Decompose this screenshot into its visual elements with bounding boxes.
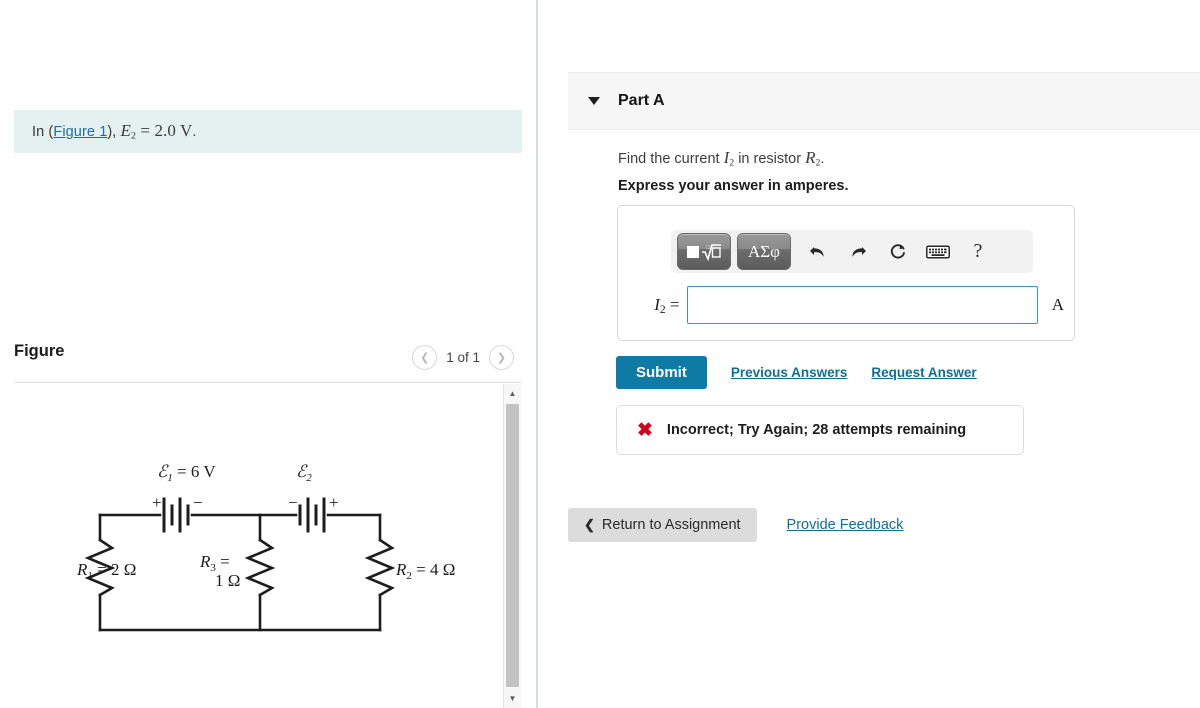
previous-answers-link[interactable]: Previous Answers xyxy=(731,365,848,380)
answer-input[interactable] xyxy=(687,286,1038,324)
figure-link[interactable]: Figure 1 xyxy=(53,124,107,140)
problem-suffix: . xyxy=(192,124,197,141)
answer-row: I2 = A xyxy=(634,286,1064,324)
answer-label: I2 = xyxy=(634,295,687,316)
emf2-symbol: E xyxy=(120,121,132,141)
problem-middle: ), xyxy=(107,124,121,141)
answer-label-equals: = xyxy=(665,294,680,314)
pager-next-button[interactable]: ❯ xyxy=(489,345,514,370)
math-template-button[interactable]: □ xyxy=(677,233,731,270)
redo-icon xyxy=(852,246,866,257)
reset-icon xyxy=(890,243,905,259)
keyboard-icon xyxy=(926,244,950,259)
r3-value-label: 1 Ω xyxy=(215,571,240,590)
request-answer-link[interactable]: Request Answer xyxy=(871,365,976,380)
help-button[interactable]: ? xyxy=(961,237,995,267)
sqrt-template-icon: □ xyxy=(686,242,722,262)
question-text: Find the current I2 in resistor R2. xyxy=(618,148,824,168)
figure-divider xyxy=(14,382,522,383)
x-mark-icon: ✖ xyxy=(637,419,653,441)
answer-instruction: Express your answer in amperes. xyxy=(618,178,849,194)
help-label: ? xyxy=(973,240,983,262)
question-text-c: . xyxy=(820,151,825,167)
page-root: In (Figure 1), E2 = 2.0 V. Figure ❮ 1 of… xyxy=(0,0,1200,708)
provide-feedback-link[interactable]: Provide Feedback xyxy=(787,517,904,533)
emf1-label: ℰ1 = 6 V xyxy=(157,462,216,484)
chevron-left-icon: ❮ xyxy=(420,352,430,364)
math-toolbar: □ ΑΣφ ? xyxy=(671,230,1033,273)
battery1-plus-sign: + xyxy=(152,493,162,512)
emf2-equation: = 2.0 V xyxy=(136,121,193,141)
undo-icon xyxy=(810,246,824,257)
chevron-right-icon: ❯ xyxy=(496,352,507,364)
figure-header: Figure ❮ 1 of 1 ❯ xyxy=(0,340,536,378)
feedback-text: Incorrect; Try Again; 28 attempts remain… xyxy=(666,422,967,438)
figure-pager: ❮ 1 of 1 ❯ xyxy=(412,345,514,370)
scroll-down-arrow[interactable]: ▼ xyxy=(504,690,521,707)
r1-label: R1 = 2 Ω xyxy=(76,560,136,582)
battery2-plus-sign: + xyxy=(329,493,339,512)
part-a-header[interactable]: Part A xyxy=(568,72,1200,130)
greek-symbols-label: ΑΣφ xyxy=(748,242,780,261)
reset-button[interactable] xyxy=(881,237,915,267)
circuit-svg: + − − + ℰ1 = 6 V ℰ2 R1 = 2 Ω R3 = 1 Ω R2… xyxy=(76,462,455,632)
problem-prefix: In ( xyxy=(32,124,54,141)
scrollbar-thumb[interactable] xyxy=(506,404,519,687)
question-text-b: in resistor xyxy=(734,151,806,167)
question-text-a: Find the current xyxy=(618,151,724,167)
chevron-left-icon: ❮ xyxy=(584,517,595,532)
radical-icon: □ xyxy=(701,243,721,261)
feedback-box: ✖ Incorrect; Try Again; 28 attempts rema… xyxy=(616,405,1024,455)
keyboard-button[interactable] xyxy=(921,237,955,267)
return-to-assignment-label: Return to Assignment xyxy=(601,517,741,533)
return-to-assignment-button[interactable]: ❮ Return to Assignment xyxy=(568,508,757,542)
battery1-minus-sign: − xyxy=(193,493,203,512)
caret-down-icon[interactable] xyxy=(588,97,600,105)
figure-scrollbar[interactable]: ▲ ▼ xyxy=(503,384,521,708)
battery2-minus-sign: − xyxy=(288,493,298,512)
pager-prev-button[interactable]: ❮ xyxy=(412,345,438,370)
pager-label: 1 of 1 xyxy=(446,350,480,365)
undo-button[interactable] xyxy=(801,237,835,267)
svg-text:□: □ xyxy=(706,245,710,251)
problem-statement-text: In (Figure 1), E2 = 2.0 V. xyxy=(32,121,197,141)
part-a-title: Part A xyxy=(618,92,665,109)
bottom-actions-row: ❮ Return to Assignment Provide Feedback xyxy=(568,508,903,542)
left-panel: In (Figure 1), E2 = 2.0 V. Figure ❮ 1 of… xyxy=(0,0,536,708)
resistor-symbol: R xyxy=(805,148,816,167)
problem-statement-box: In (Figure 1), E2 = 2.0 V. xyxy=(14,110,522,153)
emf2-label: ℰ2 xyxy=(296,462,312,484)
greek-symbols-button[interactable]: ΑΣφ xyxy=(737,233,791,270)
answer-entry-box: □ ΑΣφ ? I2 = A xyxy=(617,205,1075,341)
right-panel: Part A xyxy=(538,0,1200,708)
submit-row: Submit Previous Answers Request Answer xyxy=(616,356,977,389)
answer-unit: A xyxy=(1051,295,1064,314)
circuit-diagram: + − − + ℰ1 = 6 V ℰ2 R1 = 2 Ω R3 = 1 Ω R2… xyxy=(60,455,460,655)
redo-button[interactable] xyxy=(841,237,875,267)
figure-title: Figure xyxy=(14,342,65,360)
submit-button[interactable]: Submit xyxy=(616,356,707,389)
scroll-up-arrow[interactable]: ▲ xyxy=(504,385,521,402)
r2-label: R2 = 4 Ω xyxy=(395,560,455,582)
